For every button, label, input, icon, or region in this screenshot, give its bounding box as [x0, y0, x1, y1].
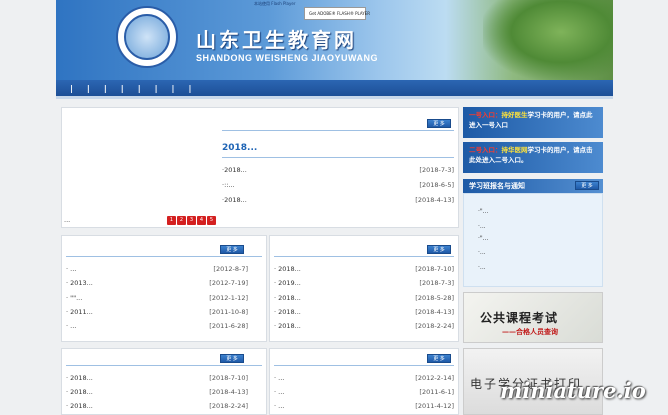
notice-item[interactable]: ·"...: [478, 208, 488, 215]
divider: [222, 157, 454, 158]
page-button[interactable]: 5: [207, 216, 216, 225]
header-banner: 本站使用 Flash Player Get ADOBE® FLASH® PLAY…: [56, 0, 613, 80]
list-row[interactable]: · ... [2012-8-7]: [66, 263, 248, 275]
list-row[interactable]: · 2018... [2018-4-13]: [66, 386, 248, 398]
list-row[interactable]: · 2019... [2018-7-3]: [274, 277, 454, 289]
site-title-en: SHANDONG WEISHENG JIAOYUWANG: [196, 53, 379, 63]
notice-item[interactable]: ·...: [478, 264, 486, 271]
list-row[interactable]: · ... [2011-6-1]: [274, 386, 454, 398]
divider: [66, 256, 262, 257]
main-nav: | | | | | | | |: [56, 80, 613, 99]
nav-item[interactable]: |: [172, 84, 175, 93]
site-emblem-logo[interactable]: [116, 6, 178, 68]
nav-item[interactable]: |: [155, 84, 158, 93]
list-row[interactable]: · ... [2011-6-28]: [66, 320, 248, 332]
tree-image: [483, 0, 613, 80]
more-button[interactable]: 更 多: [575, 181, 599, 190]
flash-note: 本站使用 Flash Player: [254, 1, 296, 6]
notice-list: ·"... ·... ·"... ·... ·...: [463, 193, 603, 287]
page-button[interactable]: 3: [187, 216, 196, 225]
login-entry-two[interactable]: 二号入口：持华医网学习卡的用户，请点击此处进入二号入口。: [463, 142, 603, 173]
flash-badge-text: Get ADOBE® FLASH® PLAYER: [309, 11, 370, 16]
pager: 1 2 3 4 5: [167, 216, 216, 225]
more-button[interactable]: 更 多: [220, 245, 244, 254]
login-entry-one[interactable]: 一号入口：持好医生学习卡的用户，请点此进入一号入口: [463, 107, 603, 138]
divider: [274, 256, 454, 257]
page-button[interactable]: 4: [197, 216, 206, 225]
exam-title: 公共课程考试: [480, 311, 559, 325]
divider: [66, 365, 262, 366]
list-row[interactable]: · ... [2012-2-14]: [274, 372, 454, 384]
news-headline[interactable]: 2018...: [222, 143, 257, 153]
news-row[interactable]: ·2018... [2018-7-3]: [222, 164, 454, 176]
list-row[interactable]: · ""... [2012-1-12]: [66, 292, 248, 304]
more-button[interactable]: 更 多: [427, 245, 451, 254]
news-row[interactable]: ·2018... [2018-4-13]: [222, 194, 454, 206]
more-button[interactable]: 更 多: [427, 354, 451, 363]
list-row[interactable]: · 2018... [2018-7-10]: [66, 372, 248, 384]
divider: [222, 130, 454, 131]
list-row[interactable]: · 2018... [2018-2-24]: [274, 320, 454, 332]
nav-item[interactable]: |: [188, 84, 191, 93]
notice-item[interactable]: ·...: [478, 249, 486, 256]
news-footer-text: ...: [64, 216, 71, 224]
divider: [274, 365, 454, 366]
nav-item[interactable]: |: [138, 84, 141, 93]
exam-subtitle: ——合格人员查询: [502, 328, 558, 336]
more-button[interactable]: 更 多: [220, 354, 244, 363]
page-button[interactable]: 1: [167, 216, 176, 225]
more-button[interactable]: 更 多: [427, 119, 451, 128]
list-row[interactable]: · 2018... [2018-2-24]: [66, 400, 248, 412]
nav-item[interactable]: |: [87, 84, 90, 93]
list-row[interactable]: · 2018... [2018-5-28]: [274, 292, 454, 304]
list-row[interactable]: · 2018... [2018-7-10]: [274, 263, 454, 275]
notice-item[interactable]: ·"...: [478, 235, 488, 242]
nav-item[interactable]: |: [70, 84, 73, 93]
exam-query-banner[interactable]: 公共课程考试 ——合格人员查询: [463, 292, 603, 343]
list-row[interactable]: · ... [2011-4-12]: [274, 400, 454, 412]
list-row[interactable]: · 2018... [2018-4-13]: [274, 306, 454, 318]
nav-item[interactable]: |: [104, 84, 107, 93]
flash-player-badge[interactable]: Get ADOBE® FLASH® PLAYER: [304, 7, 370, 20]
list-row[interactable]: · 2011... [2011-10-8]: [66, 306, 248, 318]
site-title-cn: 山东卫生教育网: [196, 28, 357, 52]
watermark-logo: miniature.io: [500, 378, 646, 403]
nav-item[interactable]: |: [121, 84, 124, 93]
news-row[interactable]: ·::... [2018-6-5]: [222, 179, 454, 191]
list-row[interactable]: · 2013... [2012-7-19]: [66, 277, 248, 289]
notice-item[interactable]: ·...: [478, 223, 486, 230]
page-button[interactable]: 2: [177, 216, 186, 225]
